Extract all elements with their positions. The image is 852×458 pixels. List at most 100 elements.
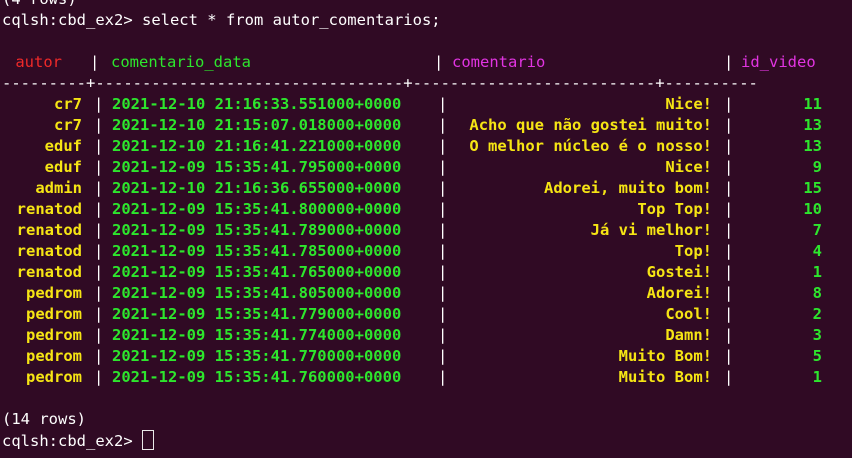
column-separator: | <box>724 263 734 281</box>
cell-id-video: 4 <box>812 242 822 260</box>
cell-autor: pedrom <box>26 368 82 386</box>
cell-comentario: Adorei! <box>646 284 712 302</box>
table-row: renatod | 2021-12-09 15:35:41.789000+0000 |… <box>2 220 852 241</box>
table-row: cr7 | 2021-12-10 21:15:07.018000+0000 | Acho… <box>2 115 852 136</box>
final-prompt-line[interactable]: cqlsh:cbd_ex2> <box>2 430 852 451</box>
command-text: select * from autor_comentarios; <box>141 11 441 29</box>
table-row: pedrom | 2021-12-09 15:35:41.760000+0000 | M… <box>2 367 852 388</box>
cell-comentario-data: 2021-12-09 15:35:41.785000+0000 <box>112 242 402 260</box>
cell-comentario: Top Top! <box>637 200 712 218</box>
cell-autor: renatod <box>16 200 82 218</box>
cell-autor: pedrom <box>26 326 82 344</box>
table-row: renatod | 2021-12-09 15:35:41.785000+0000 |… <box>2 241 852 262</box>
cell-autor: eduf <box>44 137 82 155</box>
column-separator: | <box>94 221 104 239</box>
column-separator: | <box>94 137 104 155</box>
cell-autor: pedrom <box>26 284 82 302</box>
table-row: cr7 | 2021-12-10 21:16:33.551000+0000 | Nice… <box>2 94 852 115</box>
cell-comentario: Acho que não gostei muito! <box>469 116 712 134</box>
previous-output: (4 rows) <box>2 0 852 10</box>
column-separator: | <box>94 200 104 218</box>
cell-id-video: 2 <box>812 305 822 323</box>
cell-comentario: Top! <box>674 242 712 260</box>
header-id-video: id_video <box>741 53 816 71</box>
cell-comentario-data: 2021-12-09 15:35:41.789000+0000 <box>112 221 402 239</box>
cell-id-video: 3 <box>812 326 822 344</box>
cell-comentario-data: 2021-12-09 15:35:41.779000+0000 <box>112 305 402 323</box>
command-line: cqlsh:cbd_ex2> select * from autor_comen… <box>2 10 852 31</box>
cell-comentario-data: 2021-12-09 15:35:41.800000+0000 <box>112 200 402 218</box>
cell-id-video: 11 <box>803 95 822 113</box>
column-separator: | <box>94 368 104 386</box>
table-row: pedrom | 2021-12-09 15:35:41.770000+0000 | M… <box>2 346 852 367</box>
cell-comentario-data: 2021-12-09 15:35:41.774000+0000 <box>112 326 402 344</box>
column-separator: | <box>94 179 104 197</box>
cell-comentario: Muito Bom! <box>618 368 712 386</box>
column-separator: | <box>724 326 734 344</box>
column-separator: | <box>724 137 734 155</box>
cell-id-video: 10 <box>803 200 822 218</box>
table-row: pedrom | 2021-12-09 15:35:41.774000+0000 | D… <box>2 325 852 346</box>
column-separator: | <box>724 284 734 302</box>
terminal-window[interactable]: (4 rows) cqlsh:cbd_ex2> select * from au… <box>2 0 852 451</box>
column-separator: | <box>90 53 100 71</box>
cell-id-video: 15 <box>803 179 822 197</box>
cell-comentario: Cool! <box>665 305 712 323</box>
cell-autor: cr7 <box>54 116 82 134</box>
column-separator: | <box>94 95 104 113</box>
cell-comentario: Gostei! <box>646 263 712 281</box>
column-separator: | <box>724 200 734 218</box>
column-separator: | <box>94 158 104 176</box>
column-separator: | <box>724 305 734 323</box>
cell-comentario-data: 2021-12-09 15:35:41.765000+0000 <box>112 263 402 281</box>
table-divider: ---------+------------------------------… <box>2 74 758 92</box>
cell-comentario: O melhor núcleo é o nosso! <box>469 137 712 155</box>
column-separator: | <box>94 347 104 365</box>
cell-id-video: 13 <box>803 116 822 134</box>
table-row: eduf | 2021-12-09 15:35:41.795000+0000 | Nic… <box>2 157 852 178</box>
column-separator: | <box>724 53 734 71</box>
cell-autor: renatod <box>16 221 82 239</box>
cell-autor: pedrom <box>26 305 82 323</box>
cell-autor: eduf <box>44 158 82 176</box>
column-separator: | <box>94 326 104 344</box>
column-separator: | <box>724 221 734 239</box>
cell-comentario-data: 2021-12-09 15:35:41.795000+0000 <box>112 158 402 176</box>
cell-id-video: 7 <box>812 221 822 239</box>
table-row: pedrom | 2021-12-09 15:35:41.805000+0000 | A… <box>2 283 852 304</box>
cell-autor: admin <box>35 179 82 197</box>
column-separator: | <box>724 158 734 176</box>
cell-comentario-data: 2021-12-09 15:35:41.760000+0000 <box>112 368 402 386</box>
prompt: cqlsh:cbd_ex2> <box>2 432 142 450</box>
header-comentario: comentario <box>452 53 546 71</box>
column-separator: | <box>724 368 734 386</box>
column-separator: | <box>724 242 734 260</box>
column-separator: | <box>94 305 104 323</box>
cell-id-video: 8 <box>812 284 822 302</box>
cell-comentario: Nice! <box>665 158 712 176</box>
cell-comentario: Adorei, muito bom! <box>544 179 712 197</box>
text-cursor <box>141 430 154 450</box>
column-separator: | <box>94 242 104 260</box>
table-row: renatod | 2021-12-09 15:35:41.800000+0000 |… <box>2 199 852 220</box>
header-autor: autor <box>15 53 62 71</box>
column-separator: | <box>94 116 104 134</box>
cell-comentario-data: 2021-12-10 21:15:07.018000+0000 <box>112 116 402 134</box>
column-separator: | <box>724 95 734 113</box>
cell-comentario-data: 2021-12-09 15:35:41.805000+0000 <box>112 284 402 302</box>
cell-id-video: 1 <box>812 263 822 281</box>
table-row: admin | 2021-12-10 21:16:36.655000+0000 | Ad… <box>2 178 852 199</box>
cell-comentario: Muito Bom! <box>618 347 712 365</box>
column-separator: | <box>94 263 104 281</box>
table-header-row: autor | comentario_data | comentario | i… <box>2 52 852 73</box>
cell-comentario-data: 2021-12-10 21:16:41.221000+0000 <box>112 137 402 155</box>
table-body: cr7 | 2021-12-10 21:16:33.551000+0000 | Nice… <box>2 94 852 388</box>
table-row: renatod | 2021-12-09 15:35:41.765000+0000 |… <box>2 262 852 283</box>
cell-autor: renatod <box>16 242 82 260</box>
cell-comentario-data: 2021-12-09 15:35:41.770000+0000 <box>112 347 402 365</box>
column-separator: | <box>94 284 104 302</box>
cell-comentario: Já vi melhor! <box>590 221 712 239</box>
cell-autor: pedrom <box>26 347 82 365</box>
